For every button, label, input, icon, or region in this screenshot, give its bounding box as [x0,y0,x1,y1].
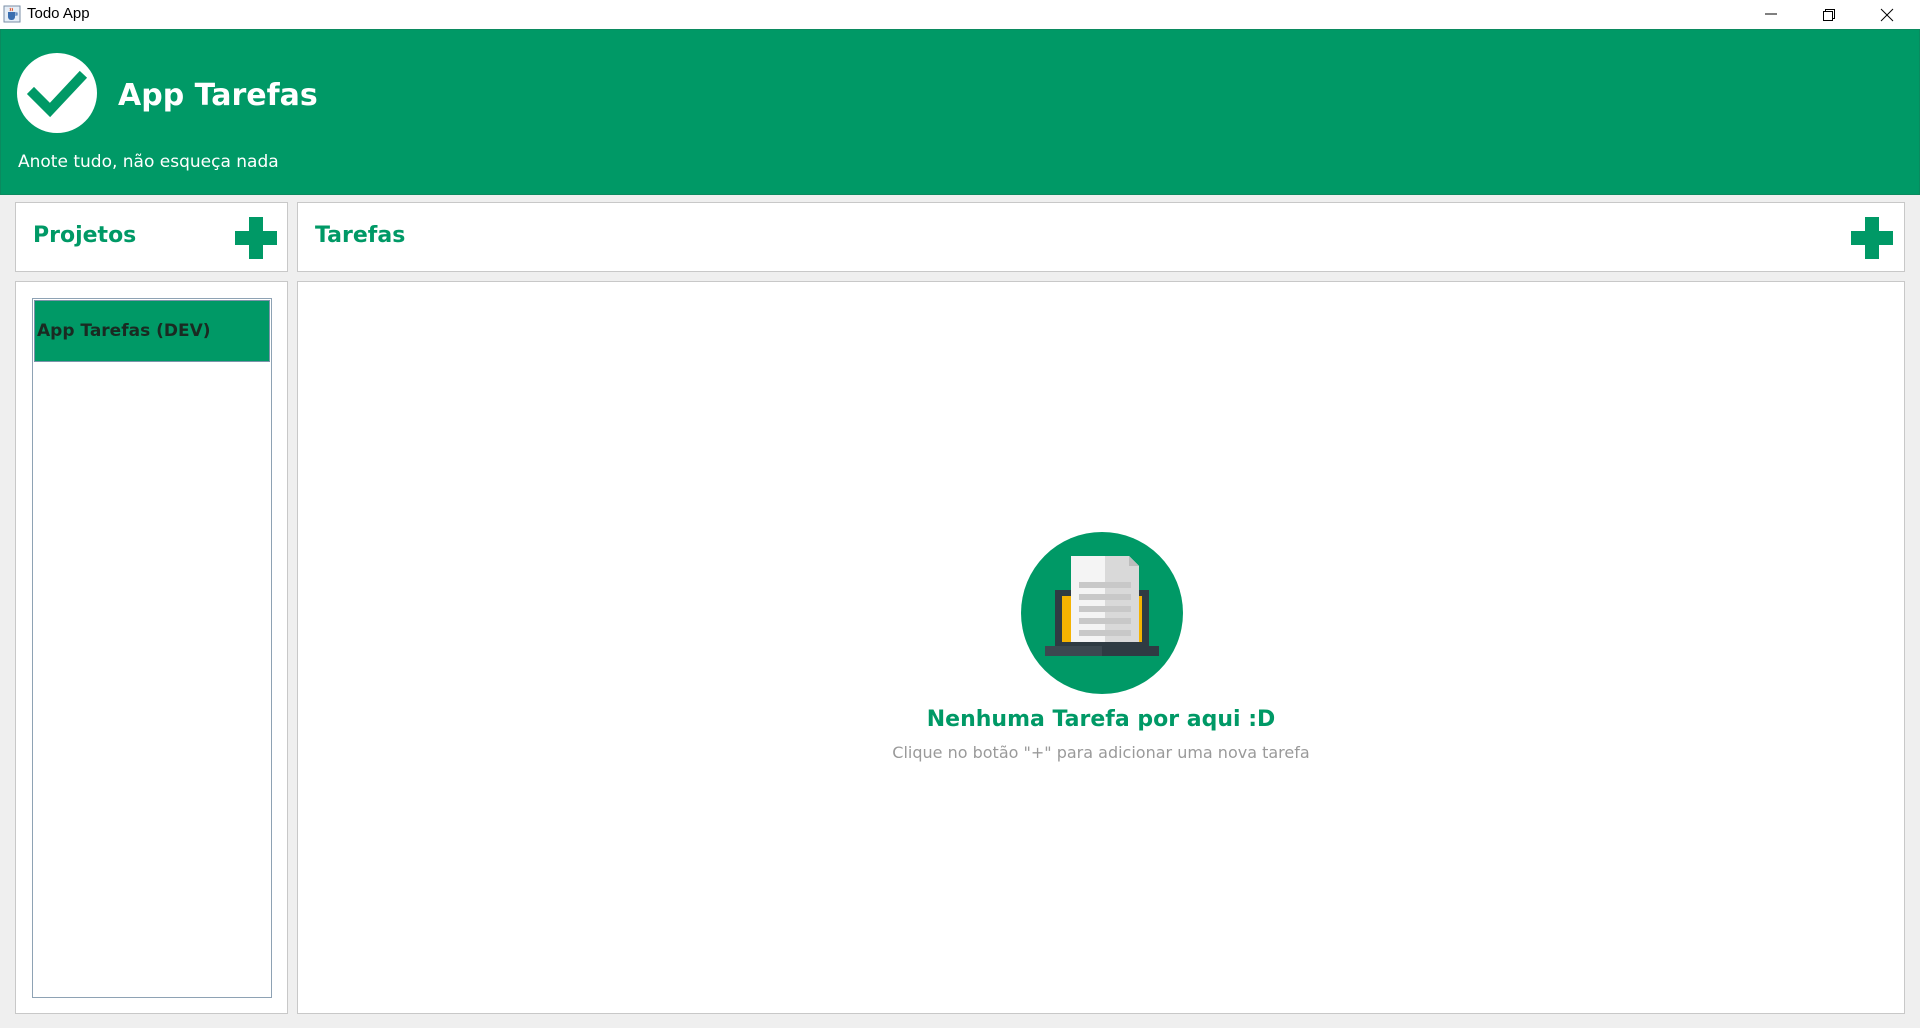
projects-panel: App Tarefas (DEV) [15,281,288,1014]
minimize-button[interactable] [1742,0,1800,29]
tasks-header: Tarefas [297,202,1905,272]
restore-button[interactable] [1800,0,1858,29]
add-task-button[interactable] [1851,217,1893,259]
add-project-button[interactable] [235,217,277,259]
plus-icon [1851,217,1893,259]
minimize-icon [1765,13,1777,15]
window-title: Todo App [27,5,90,22]
plus-icon [235,217,277,259]
java-cup-icon [3,5,21,23]
app-title: App Tarefas [118,78,318,113]
checkmark-icon [17,53,97,133]
project-label: App Tarefas (DEV) [37,321,211,341]
projects-list[interactable]: App Tarefas (DEV) [32,298,272,998]
app-subtitle: Anote tudo, não esqueça nada [18,152,279,172]
empty-state-title: Nenhuma Tarefa por aqui :D [926,707,1276,732]
window-title-bar: Todo App [0,0,1920,30]
tasks-title: Tarefas [315,223,406,248]
restore-icon [1823,9,1835,21]
empty-state-subtitle: Clique no botão "+" para adicionar uma n… [892,743,1310,762]
tasks-panel: Nenhuma Tarefa por aqui :D Clique no bot… [297,281,1905,1014]
laptop-document-icon [1021,532,1183,694]
close-button[interactable] [1858,0,1916,29]
close-icon [1880,8,1894,22]
list-item-project[interactable]: App Tarefas (DEV) [34,300,270,362]
projects-header: Projetos [15,202,288,272]
projects-title: Projetos [33,223,137,248]
app-header: App Tarefas Anote tudo, não esqueça nada [0,29,1920,195]
